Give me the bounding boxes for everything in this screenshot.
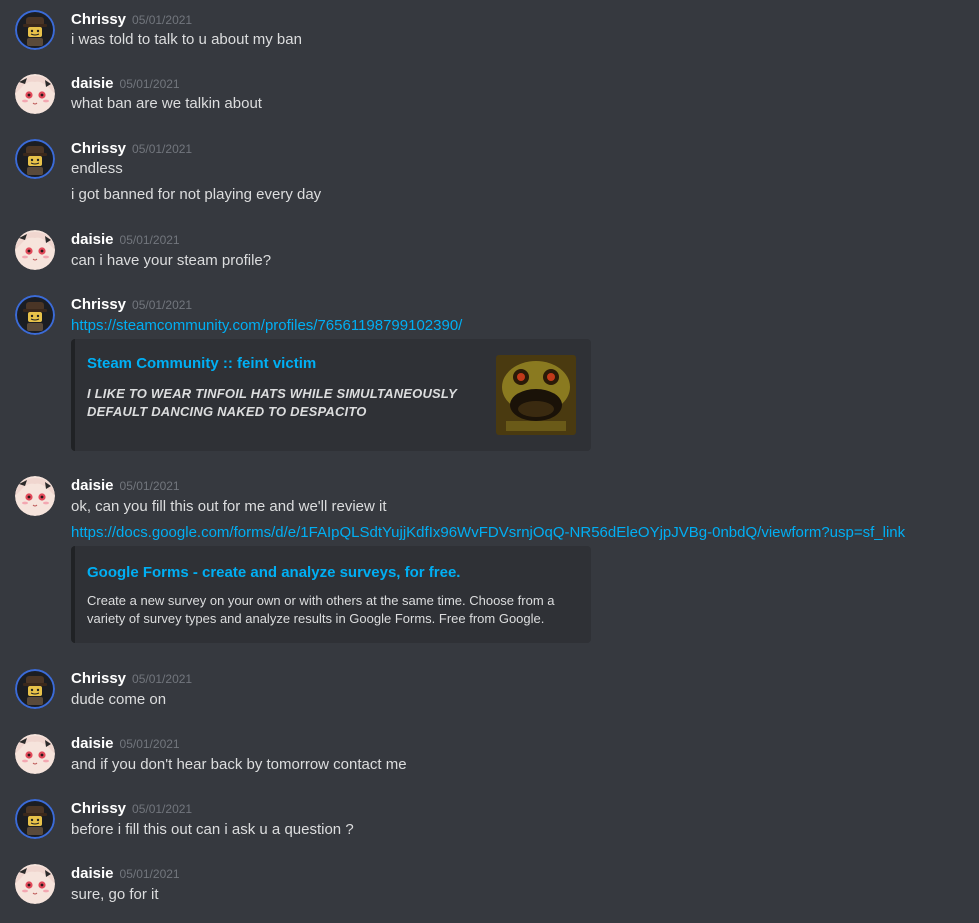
message-text: endless <box>71 160 123 177</box>
timestamp: 05/01/2021 <box>119 479 180 493</box>
message-header: daisie 05/01/2021 <box>71 864 180 884</box>
embed-title[interactable]: Google Forms - create and analyze survey… <box>87 564 460 581</box>
daisie-avatar-icon[interactable] <box>15 734 55 774</box>
author-name[interactable]: Chrissy <box>71 11 126 28</box>
message-header: Chrissy 05/01/2021 <box>71 10 192 30</box>
timestamp: 05/01/2021 <box>132 802 193 816</box>
message-header: Chrissy 05/01/2021 <box>71 669 192 689</box>
author-name[interactable]: Chrissy <box>71 140 126 157</box>
chrissy-avatar-icon[interactable] <box>15 10 55 50</box>
timestamp: 05/01/2021 <box>132 13 193 27</box>
author-name[interactable]: daisie <box>71 477 114 494</box>
message-header: Chrissy 05/01/2021 <box>71 295 192 315</box>
message-text: sure, go for it <box>71 886 159 903</box>
message-text: dude come on <box>71 691 167 708</box>
daisie-avatar-icon[interactable] <box>15 476 55 516</box>
timestamp: 05/01/2021 <box>119 233 180 247</box>
chrissy-avatar-icon[interactable] <box>15 139 55 179</box>
monster-face-thumbnail-icon[interactable] <box>496 355 576 435</box>
steam-profile-link[interactable]: https://steamcommunity.com/profiles/7656… <box>71 317 462 334</box>
google-forms-embed: Google Forms - create and analyze survey… <box>71 546 591 643</box>
message-text: can i have your steam profile? <box>71 252 272 269</box>
chrissy-avatar-icon[interactable] <box>15 799 55 839</box>
daisie-avatar-icon[interactable] <box>15 864 55 904</box>
message-header: daisie 05/01/2021 <box>71 476 180 496</box>
message-text: https://docs.google.com/forms/d/e/1FAIpQ… <box>71 523 905 543</box>
timestamp: 05/01/2021 <box>119 867 180 881</box>
embed-description: I LIKE TO WEAR TINFOIL HATS WHILE SIMULT… <box>87 386 457 419</box>
author-name[interactable]: daisie <box>71 231 114 248</box>
chrissy-avatar-icon[interactable] <box>15 295 55 335</box>
timestamp: 05/01/2021 <box>119 737 180 751</box>
author-name[interactable]: Chrissy <box>71 800 126 817</box>
message-header: Chrissy 05/01/2021 <box>71 139 192 159</box>
message-text: i got banned for not playing every day <box>71 186 322 203</box>
chrissy-avatar-icon[interactable] <box>15 669 55 709</box>
timestamp: 05/01/2021 <box>132 672 193 686</box>
steam-embed: Steam Community :: feint victim I LIKE T… <box>71 339 591 451</box>
message-header: daisie 05/01/2021 <box>71 734 180 754</box>
message-text: ok, can you fill this out for me and we'… <box>71 498 387 515</box>
daisie-avatar-icon[interactable] <box>15 230 55 270</box>
message-header: Chrissy 05/01/2021 <box>71 799 192 819</box>
timestamp: 05/01/2021 <box>132 298 193 312</box>
author-name[interactable]: daisie <box>71 735 114 752</box>
daisie-avatar-icon[interactable] <box>15 74 55 114</box>
google-forms-link[interactable]: https://docs.google.com/forms/d/e/1FAIpQ… <box>71 524 905 541</box>
embed-description: Create a new survey on your own or with … <box>87 593 555 626</box>
message-header: daisie 05/01/2021 <box>71 230 180 250</box>
author-name[interactable]: Chrissy <box>71 296 126 313</box>
embed-title[interactable]: Steam Community :: feint victim <box>87 355 316 372</box>
message-text: what ban are we talkin about <box>71 95 262 112</box>
message-text: https://steamcommunity.com/profiles/7656… <box>71 316 462 336</box>
author-name[interactable]: daisie <box>71 75 114 92</box>
message-header: daisie 05/01/2021 <box>71 74 180 94</box>
timestamp: 05/01/2021 <box>132 142 193 156</box>
author-name[interactable]: Chrissy <box>71 670 126 687</box>
author-name[interactable]: daisie <box>71 865 114 882</box>
message-text: before i fill this out can i ask u a que… <box>71 821 354 838</box>
message-text: and if you don't hear back by tomorrow c… <box>71 756 407 773</box>
timestamp: 05/01/2021 <box>119 77 180 91</box>
message-text: i was told to talk to u about my ban <box>71 31 302 48</box>
